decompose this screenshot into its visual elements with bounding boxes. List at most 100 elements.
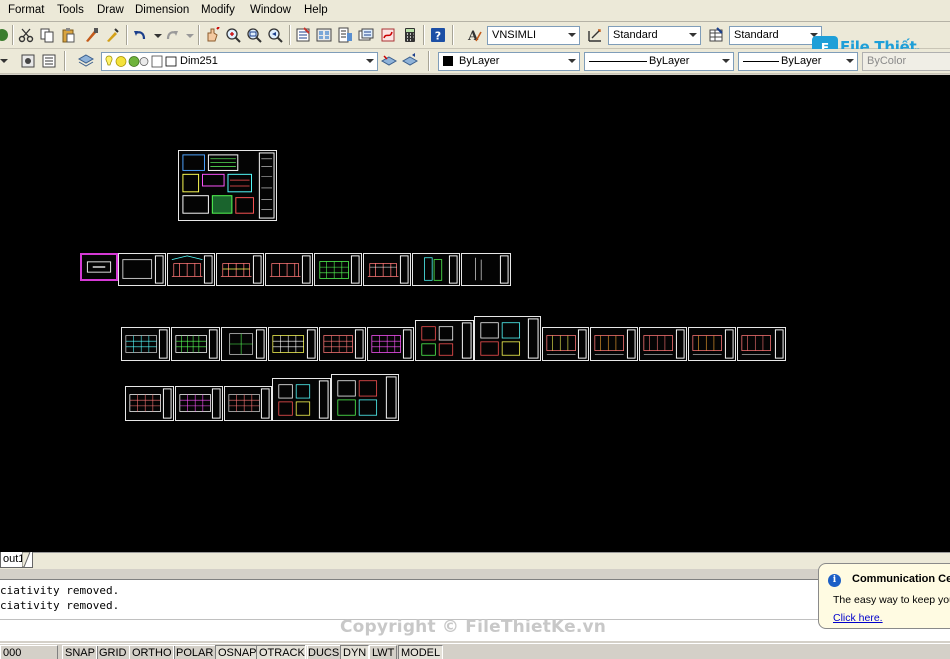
ducs-toggle[interactable]: DUCS: [305, 645, 343, 659]
markup-set-icon[interactable]: [380, 27, 396, 43]
layer-state-icons: [105, 55, 177, 68]
pan-icon[interactable]: [0, 27, 10, 43]
sheet-set-icon[interactable]: [358, 27, 374, 43]
drawing-sheet[interactable]: [221, 327, 267, 361]
drawing-sheet[interactable]: [461, 253, 511, 286]
model-toggle[interactable]: MODEL: [398, 645, 444, 659]
make-object-layer-current-icon[interactable]: [381, 53, 397, 69]
table-style-combo[interactable]: Standard: [729, 26, 822, 45]
drawing-sheet[interactable]: [412, 253, 460, 286]
tab-edge: [22, 552, 31, 568]
drawing-sheet[interactable]: [121, 327, 170, 361]
cut-icon[interactable]: [18, 27, 34, 43]
dimension-style-icon[interactable]: [587, 27, 603, 43]
layer-dropdown-arrow-icon[interactable]: [0, 53, 10, 69]
layer-states-icon[interactable]: [41, 53, 57, 69]
osnap-toggle[interactable]: OSNAP: [215, 645, 260, 659]
properties-icon[interactable]: [295, 27, 311, 43]
menu-bar: Format Tools Draw Dimension Modify Windo…: [0, 0, 950, 22]
redo-icon[interactable]: [164, 27, 180, 43]
dimension-style-combo[interactable]: Standard: [608, 26, 701, 45]
drawing-sheet[interactable]: [167, 253, 215, 286]
calculator-icon[interactable]: [402, 27, 418, 43]
selected-sheet[interactable]: [80, 253, 118, 281]
lineweight-combo[interactable]: ByLayer: [738, 52, 858, 71]
drawing-sheet[interactable]: [737, 327, 786, 361]
drawing-sheet[interactable]: [171, 327, 220, 361]
communication-center-balloon[interactable]: i Communication Center The easy way to k…: [818, 563, 950, 629]
drawing-sheet[interactable]: [474, 316, 541, 361]
design-center-icon[interactable]: [316, 27, 332, 43]
balloon-link[interactable]: Click here.: [833, 612, 883, 624]
zoom-realtime-icon[interactable]: [225, 27, 241, 43]
ortho-toggle[interactable]: ORTHO: [129, 645, 175, 659]
menu-help[interactable]: Help: [304, 4, 328, 16]
info-icon: i: [828, 574, 841, 587]
tool-palettes-icon[interactable]: [337, 27, 353, 43]
lineweight-preview: [743, 61, 779, 62]
copy-icon[interactable]: [39, 27, 55, 43]
drawing-sheet[interactable]: [331, 374, 399, 421]
menu-dimension[interactable]: Dimension: [135, 4, 189, 16]
grid-toggle[interactable]: GRID: [96, 645, 130, 659]
table-style-icon[interactable]: [708, 27, 724, 43]
drawing-sheet[interactable]: [224, 386, 272, 421]
color-swatch: [443, 56, 453, 66]
match-properties-icon[interactable]: [84, 27, 100, 43]
dyn-toggle[interactable]: DYN: [340, 645, 370, 659]
otrack-toggle[interactable]: OTRACK: [256, 645, 308, 659]
layer-manager-icon[interactable]: [20, 53, 36, 69]
drawing-sheet[interactable]: [542, 327, 589, 361]
drawing-sheet[interactable]: [314, 253, 362, 286]
drawing-sheet[interactable]: [118, 253, 166, 286]
drawing-sheet[interactable]: [688, 327, 736, 361]
toolbar-separator: [64, 51, 66, 71]
command-window-splitter[interactable]: [0, 569, 950, 579]
linetype-preview: [589, 61, 647, 62]
drawing-sheet[interactable]: [272, 378, 331, 421]
drawing-sheet[interactable]: [178, 150, 277, 221]
lwt-toggle[interactable]: LWT: [369, 645, 398, 659]
balloon-body: The easy way to keep your: [833, 594, 950, 606]
paste-icon[interactable]: [60, 27, 76, 43]
menu-tools[interactable]: Tools: [57, 4, 84, 16]
drawing-sheet[interactable]: [125, 386, 174, 421]
menu-draw[interactable]: Draw: [97, 4, 124, 16]
plot-style-value: ByColor: [867, 55, 907, 67]
balloon-title: Communication Center: [852, 573, 950, 585]
pan-realtime-icon[interactable]: [204, 27, 220, 43]
snap-toggle[interactable]: SNAP: [62, 645, 98, 659]
menu-format[interactable]: Format: [8, 4, 44, 16]
zoom-window-icon[interactable]: [246, 27, 262, 43]
text-style-combo[interactable]: VNSIMLI: [487, 26, 580, 45]
brush-icon[interactable]: [104, 27, 120, 43]
standard-toolbar: ? A VNSIMLI Standard Standard F File Thi…: [0, 22, 950, 74]
drawing-sheet[interactable]: [319, 327, 366, 361]
menu-window[interactable]: Window: [250, 4, 291, 16]
polar-toggle[interactable]: POLAR: [173, 645, 217, 659]
drawing-sheet[interactable]: [265, 253, 313, 286]
help-icon[interactable]: ?: [430, 27, 446, 43]
text-style-icon[interactable]: A: [466, 27, 482, 43]
command-history[interactable]: ciativity removed. ciativity removed.: [0, 579, 950, 619]
drawing-sheet[interactable]: [363, 253, 411, 286]
drawing-sheet[interactable]: [216, 253, 264, 286]
drawing-area[interactable]: [0, 75, 950, 552]
toolbar-separator: [452, 25, 454, 45]
linetype-combo[interactable]: ByLayer: [584, 52, 734, 71]
layers-stack-icon[interactable]: [78, 53, 94, 69]
layer-combo[interactable]: Dim251: [101, 52, 378, 71]
drawing-sheet[interactable]: [415, 320, 474, 361]
menu-modify[interactable]: Modify: [201, 4, 235, 16]
undo-icon[interactable]: [132, 27, 148, 43]
zoom-previous-icon[interactable]: [267, 27, 283, 43]
color-combo[interactable]: ByLayer: [438, 52, 580, 71]
drawing-sheet[interactable]: [268, 327, 318, 361]
drawing-sheet[interactable]: [639, 327, 687, 361]
drawing-sheet[interactable]: [590, 327, 638, 361]
redo-dropdown-icon[interactable]: [182, 27, 198, 43]
drawing-sheet[interactable]: [175, 386, 223, 421]
chevron-down-icon: [568, 33, 576, 37]
layer-previous-icon[interactable]: [402, 53, 418, 69]
drawing-sheet[interactable]: [367, 327, 414, 361]
